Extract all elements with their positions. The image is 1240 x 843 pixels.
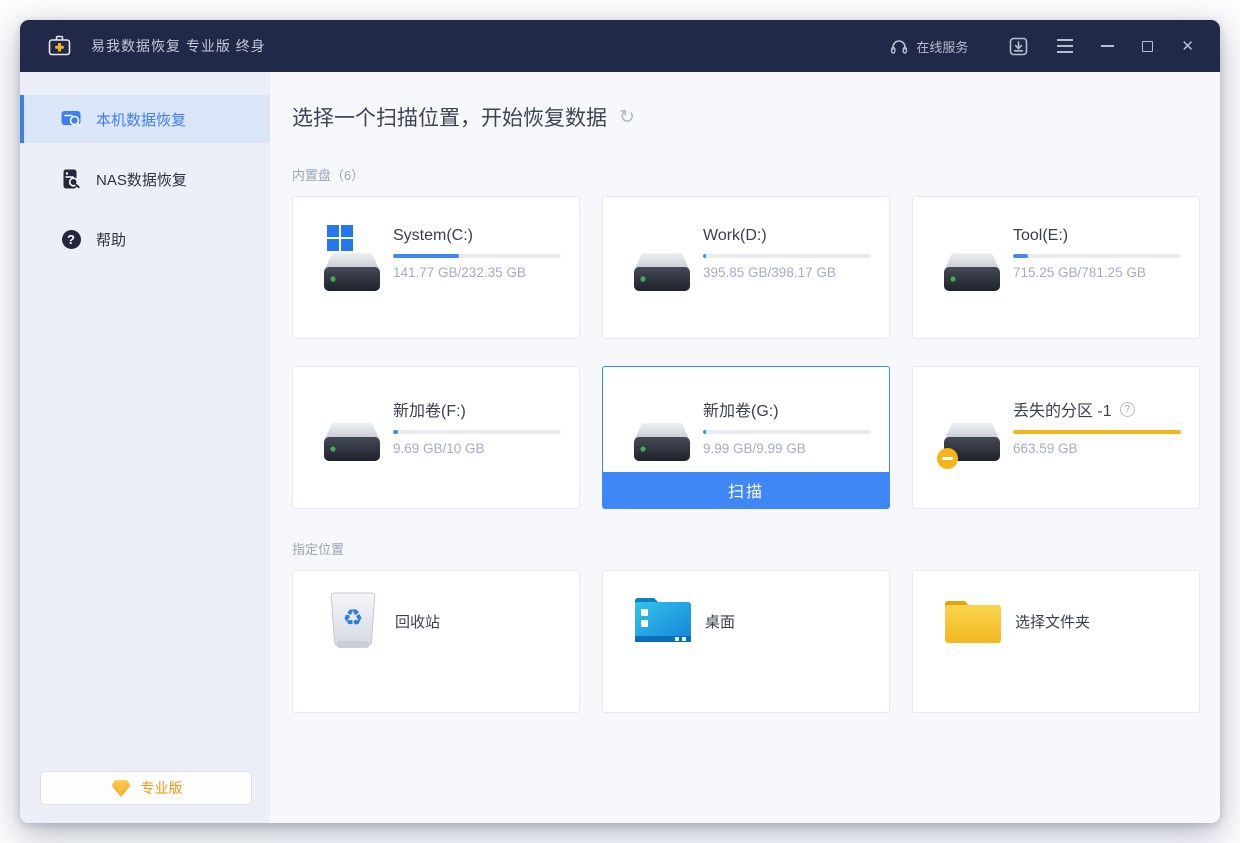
drive-name: 丢失的分区 -1	[1013, 397, 1112, 421]
drive-capacity: 715.25 GB/781.25 GB	[1013, 265, 1179, 280]
drive-capacity: 9.99 GB/9.99 GB	[703, 441, 869, 456]
hard-drive-icon	[631, 249, 693, 295]
edition-label: 专业版	[141, 778, 183, 798]
drive-name: System(C:)	[393, 227, 473, 245]
main-panel: 选择一个扫描位置，开始恢复数据 ↻ 内置盘（6）	[270, 72, 1220, 823]
desktop-folder-icon	[631, 585, 695, 657]
drive-card-system-c[interactable]: System(C:) 141.77 GB/232.35 GB	[292, 196, 580, 339]
recycle-symbol: ♻	[343, 605, 364, 632]
main-menu-button[interactable]	[1043, 20, 1087, 72]
location-grid: ♻ 回收站	[292, 570, 1200, 713]
drive-name: Tool(E:)	[1013, 227, 1068, 245]
drive-card-work-d[interactable]: Work(D:) 395.85 GB/398.17 GB	[602, 196, 890, 339]
close-icon: ✕	[1181, 39, 1194, 54]
hamburger-menu-icon	[1057, 39, 1073, 53]
minimize-button[interactable]	[1087, 20, 1128, 72]
drive-grid: System(C:) 141.77 GB/232.35 GB	[292, 196, 1200, 509]
edition-button[interactable]: 专业版	[40, 771, 252, 805]
lost-partition-minus-icon	[937, 448, 958, 469]
capacity-bar	[703, 254, 871, 258]
close-button[interactable]: ✕	[1167, 20, 1194, 72]
headset-icon	[890, 38, 908, 55]
maximize-button[interactable]	[1128, 20, 1167, 72]
section-label-locations: 指定位置	[292, 539, 1200, 558]
capacity-bar	[393, 430, 561, 434]
sidebar-item-nas-recovery[interactable]: NAS数据恢复	[20, 155, 270, 203]
sidebar-item-help[interactable]: ? 帮助	[20, 215, 270, 263]
download-center-button[interactable]	[994, 20, 1043, 72]
location-label: 桌面	[705, 611, 735, 632]
location-label: 选择文件夹	[1015, 611, 1090, 632]
sidebar: 本机数据恢复 NAS数据恢复	[20, 72, 270, 823]
page-title: 选择一个扫描位置，开始恢复数据	[292, 102, 607, 132]
drive-card-lost-partition[interactable]: 丢失的分区 -1 ? 663.59 GB	[912, 366, 1200, 509]
lost-partition-help-icon[interactable]: ?	[1120, 402, 1135, 417]
diamond-icon	[110, 778, 132, 798]
minimize-icon	[1101, 45, 1114, 47]
nas-recovery-icon	[60, 168, 82, 190]
capacity-bar	[703, 430, 871, 434]
drive-capacity: 141.77 GB/232.35 GB	[393, 265, 559, 280]
app-title: 易我数据恢复 专业版 终身	[91, 36, 266, 56]
pc-recovery-icon	[60, 108, 82, 130]
titlebar: 易我数据恢复 专业版 终身 在线服务	[20, 20, 1220, 72]
app-window: 易我数据恢复 专业版 终身 在线服务	[20, 20, 1220, 823]
section-label-internal-disks: 内置盘（6）	[292, 165, 1200, 184]
windows-logo-icon	[327, 225, 353, 251]
refresh-icon[interactable]: ↻	[619, 108, 635, 127]
drive-card-volume-g-selected[interactable]: 新加卷(G:) 9.99 GB/9.99 GB 扫描	[602, 366, 890, 509]
recycle-bin-icon: ♻	[321, 585, 385, 657]
drive-name: 新加卷(F:)	[393, 397, 466, 421]
location-card-recycle-bin[interactable]: ♻ 回收站	[292, 570, 580, 713]
hard-drive-icon	[321, 419, 383, 465]
online-service-button[interactable]: 在线服务	[876, 20, 994, 72]
sidebar-item-label: 帮助	[96, 229, 126, 250]
drive-capacity: 663.59 GB	[1013, 441, 1179, 456]
location-label: 回收站	[395, 611, 440, 632]
hard-drive-icon	[941, 249, 1003, 295]
drive-capacity: 395.85 GB/398.17 GB	[703, 265, 869, 280]
drive-name: Work(D:)	[703, 227, 767, 245]
sidebar-item-local-recovery[interactable]: 本机数据恢复	[20, 95, 270, 143]
scan-button[interactable]: 扫描	[603, 472, 889, 508]
app-logo-toolbox-icon	[46, 34, 73, 58]
choose-folder-icon	[941, 585, 1005, 657]
page-title-row: 选择一个扫描位置，开始恢复数据 ↻	[292, 102, 1200, 132]
maximize-icon	[1142, 41, 1153, 52]
location-card-desktop[interactable]: 桌面	[602, 570, 890, 713]
capacity-bar	[1013, 254, 1181, 258]
download-icon	[1008, 36, 1029, 57]
drive-card-tool-e[interactable]: Tool(E:) 715.25 GB/781.25 GB	[912, 196, 1200, 339]
location-card-choose-folder[interactable]: 选择文件夹	[912, 570, 1200, 713]
sidebar-item-label: NAS数据恢复	[96, 169, 187, 190]
drive-capacity: 9.69 GB/10 GB	[393, 441, 559, 456]
drive-name: 新加卷(G:)	[703, 397, 779, 421]
capacity-bar	[1013, 430, 1181, 434]
capacity-bar	[393, 254, 561, 258]
hard-drive-icon	[321, 249, 383, 295]
hard-drive-icon	[631, 419, 693, 465]
online-service-label: 在线服务	[916, 37, 968, 56]
help-icon: ?	[60, 228, 82, 250]
drive-card-volume-f[interactable]: 新加卷(F:) 9.69 GB/10 GB	[292, 366, 580, 509]
sidebar-item-label: 本机数据恢复	[96, 109, 186, 130]
